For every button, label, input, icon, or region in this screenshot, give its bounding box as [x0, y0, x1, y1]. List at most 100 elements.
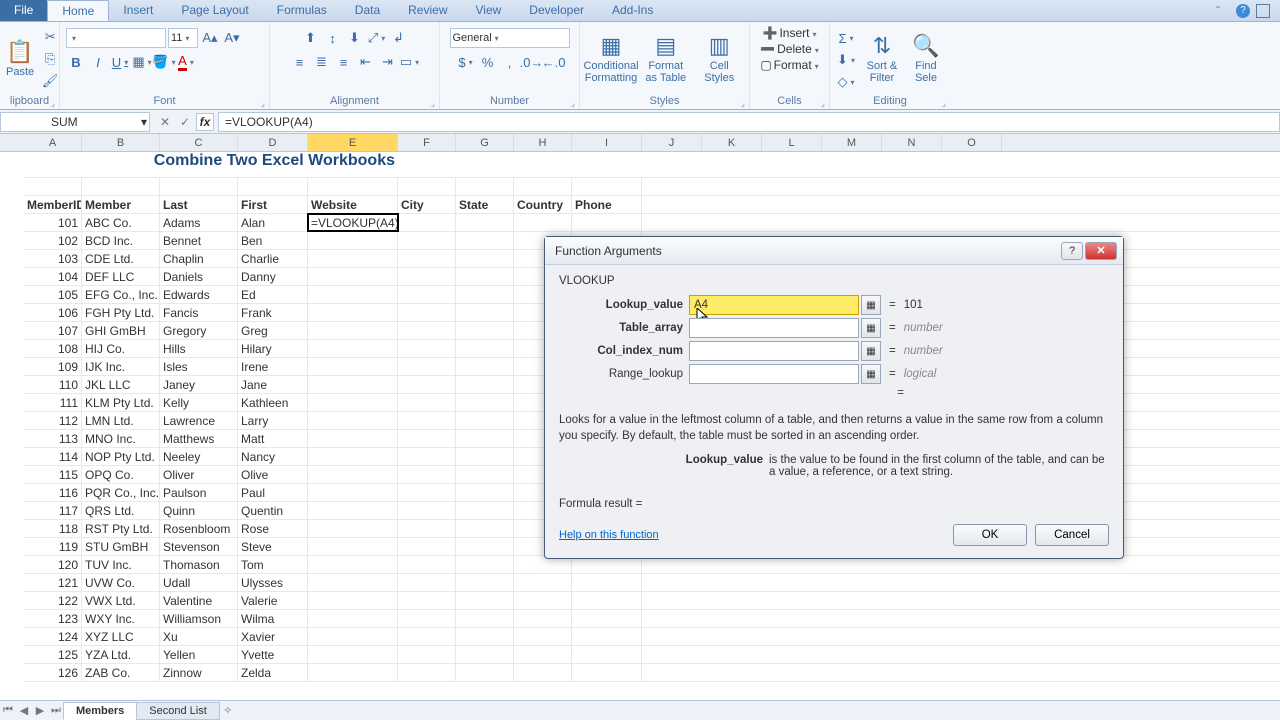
cell[interactable]	[456, 448, 514, 465]
cell[interactable]: 115	[24, 466, 82, 483]
cell[interactable]: Bennet	[160, 232, 238, 249]
col-header-L[interactable]: L	[762, 134, 822, 151]
cell[interactable]: Adams	[160, 214, 238, 231]
col-header-I[interactable]: I	[572, 134, 642, 151]
sheet-nav-last-icon[interactable]: ⏭	[48, 704, 64, 717]
cell[interactable]: Irene	[238, 358, 308, 375]
cell[interactable]: 123	[24, 610, 82, 627]
cell[interactable]: 120	[24, 556, 82, 573]
cell[interactable]	[308, 466, 398, 483]
decrease-decimal-icon[interactable]: ←.0	[544, 52, 564, 72]
cell[interactable]	[82, 178, 160, 195]
cell[interactable]: Zinnow	[160, 664, 238, 681]
cell[interactable]: Kelly	[160, 394, 238, 411]
arg-range-lookup-input[interactable]	[689, 364, 859, 384]
cell[interactable]	[308, 430, 398, 447]
cell[interactable]	[308, 646, 398, 663]
cell[interactable]: IJK Inc.	[82, 358, 160, 375]
cell[interactable]	[398, 286, 456, 303]
increase-indent-icon[interactable]: ⇥	[378, 52, 398, 72]
cell[interactable]	[308, 628, 398, 645]
insert-cells-button[interactable]: ➕Insert	[763, 26, 817, 40]
enter-formula-icon[interactable]: ✓	[176, 113, 194, 131]
cell[interactable]: 101	[24, 214, 82, 231]
cell[interactable]	[308, 664, 398, 681]
cell[interactable]: Nancy	[238, 448, 308, 465]
cell[interactable]: XYZ LLC	[82, 628, 160, 645]
cell[interactable]: Janey	[160, 376, 238, 393]
cell[interactable]: 102	[24, 232, 82, 249]
col-header-G[interactable]: G	[456, 134, 514, 151]
cell[interactable]: UVW Co.	[82, 574, 160, 591]
cell[interactable]: 117	[24, 502, 82, 519]
help-on-function-link[interactable]: Help on this function	[559, 529, 659, 541]
help-icon[interactable]: ?	[1236, 4, 1250, 18]
autosum-icon[interactable]: Σ	[836, 28, 856, 48]
cell[interactable]	[160, 178, 238, 195]
cell[interactable]	[456, 304, 514, 321]
cell[interactable]: 113	[24, 430, 82, 447]
window-icon[interactable]	[1256, 4, 1270, 18]
cell[interactable]: PQR Co., Inc.	[82, 484, 160, 501]
tab-developer[interactable]: Developer	[515, 0, 598, 21]
cell[interactable]: OPQ Co.	[82, 466, 160, 483]
cell[interactable]: 119	[24, 538, 82, 555]
cell[interactable]: Chaplin	[160, 250, 238, 267]
cell[interactable]: 111	[24, 394, 82, 411]
cell[interactable]	[308, 322, 398, 339]
cell[interactable]	[308, 358, 398, 375]
cell[interactable]: STU GmBH	[82, 538, 160, 555]
clear-icon[interactable]: ◇	[836, 72, 856, 92]
cell[interactable]: Udall	[160, 574, 238, 591]
cell[interactable]	[456, 610, 514, 627]
col-header-M[interactable]: M	[822, 134, 882, 151]
align-bottom-icon[interactable]: ⬇	[345, 28, 365, 48]
borders-icon[interactable]: ▦	[132, 52, 152, 72]
cell[interactable]	[398, 358, 456, 375]
col-header-C[interactable]: C	[160, 134, 238, 151]
cell[interactable]: 125	[24, 646, 82, 663]
percent-icon[interactable]: %	[478, 52, 498, 72]
cell[interactable]: Last	[160, 196, 238, 213]
cell[interactable]: VWX Ltd.	[82, 592, 160, 609]
cell[interactable]	[308, 304, 398, 321]
cell[interactable]	[514, 628, 572, 645]
cell[interactable]: DEF LLC	[82, 268, 160, 285]
cell[interactable]	[456, 556, 514, 573]
cell[interactable]	[308, 538, 398, 555]
cell[interactable]	[398, 304, 456, 321]
cell[interactable]	[456, 592, 514, 609]
cell[interactable]: 105	[24, 286, 82, 303]
tab-review[interactable]: Review	[394, 0, 461, 21]
currency-icon[interactable]: $	[456, 52, 476, 72]
cell[interactable]: Ed	[238, 286, 308, 303]
tab-view[interactable]: View	[462, 0, 516, 21]
cell[interactable]	[456, 646, 514, 663]
dialog-titlebar[interactable]: Function Arguments ? ✕	[545, 237, 1123, 265]
cell[interactable]	[308, 448, 398, 465]
col-header-F[interactable]: F	[398, 134, 456, 151]
cell[interactable]	[398, 214, 456, 231]
cell[interactable]: Neeley	[160, 448, 238, 465]
cell[interactable]: 107	[24, 322, 82, 339]
cell[interactable]	[572, 664, 642, 681]
cell[interactable]	[398, 430, 456, 447]
cancel-button[interactable]: Cancel	[1035, 524, 1109, 546]
tab-page-layout[interactable]: Page Layout	[167, 0, 262, 21]
dialog-close-button[interactable]: ✕	[1085, 242, 1117, 260]
cell[interactable]: Hills	[160, 340, 238, 357]
cell[interactable]	[456, 430, 514, 447]
name-box[interactable]: SUM▾	[0, 112, 150, 132]
cell[interactable]: TUV Inc.	[82, 556, 160, 573]
format-cells-button[interactable]: ▢Format	[760, 58, 818, 72]
cell[interactable]	[456, 466, 514, 483]
cell[interactable]: Quinn	[160, 502, 238, 519]
font-size-dropdown[interactable]: 11	[168, 28, 198, 48]
cell[interactable]: Kathleen	[238, 394, 308, 411]
cell[interactable]	[308, 502, 398, 519]
align-middle-icon[interactable]: ↕	[323, 28, 343, 48]
cell[interactable]	[456, 286, 514, 303]
decrease-font-icon[interactable]: A▾	[222, 28, 242, 48]
cell[interactable]: Edwards	[160, 286, 238, 303]
cell[interactable]: Williamson	[160, 610, 238, 627]
